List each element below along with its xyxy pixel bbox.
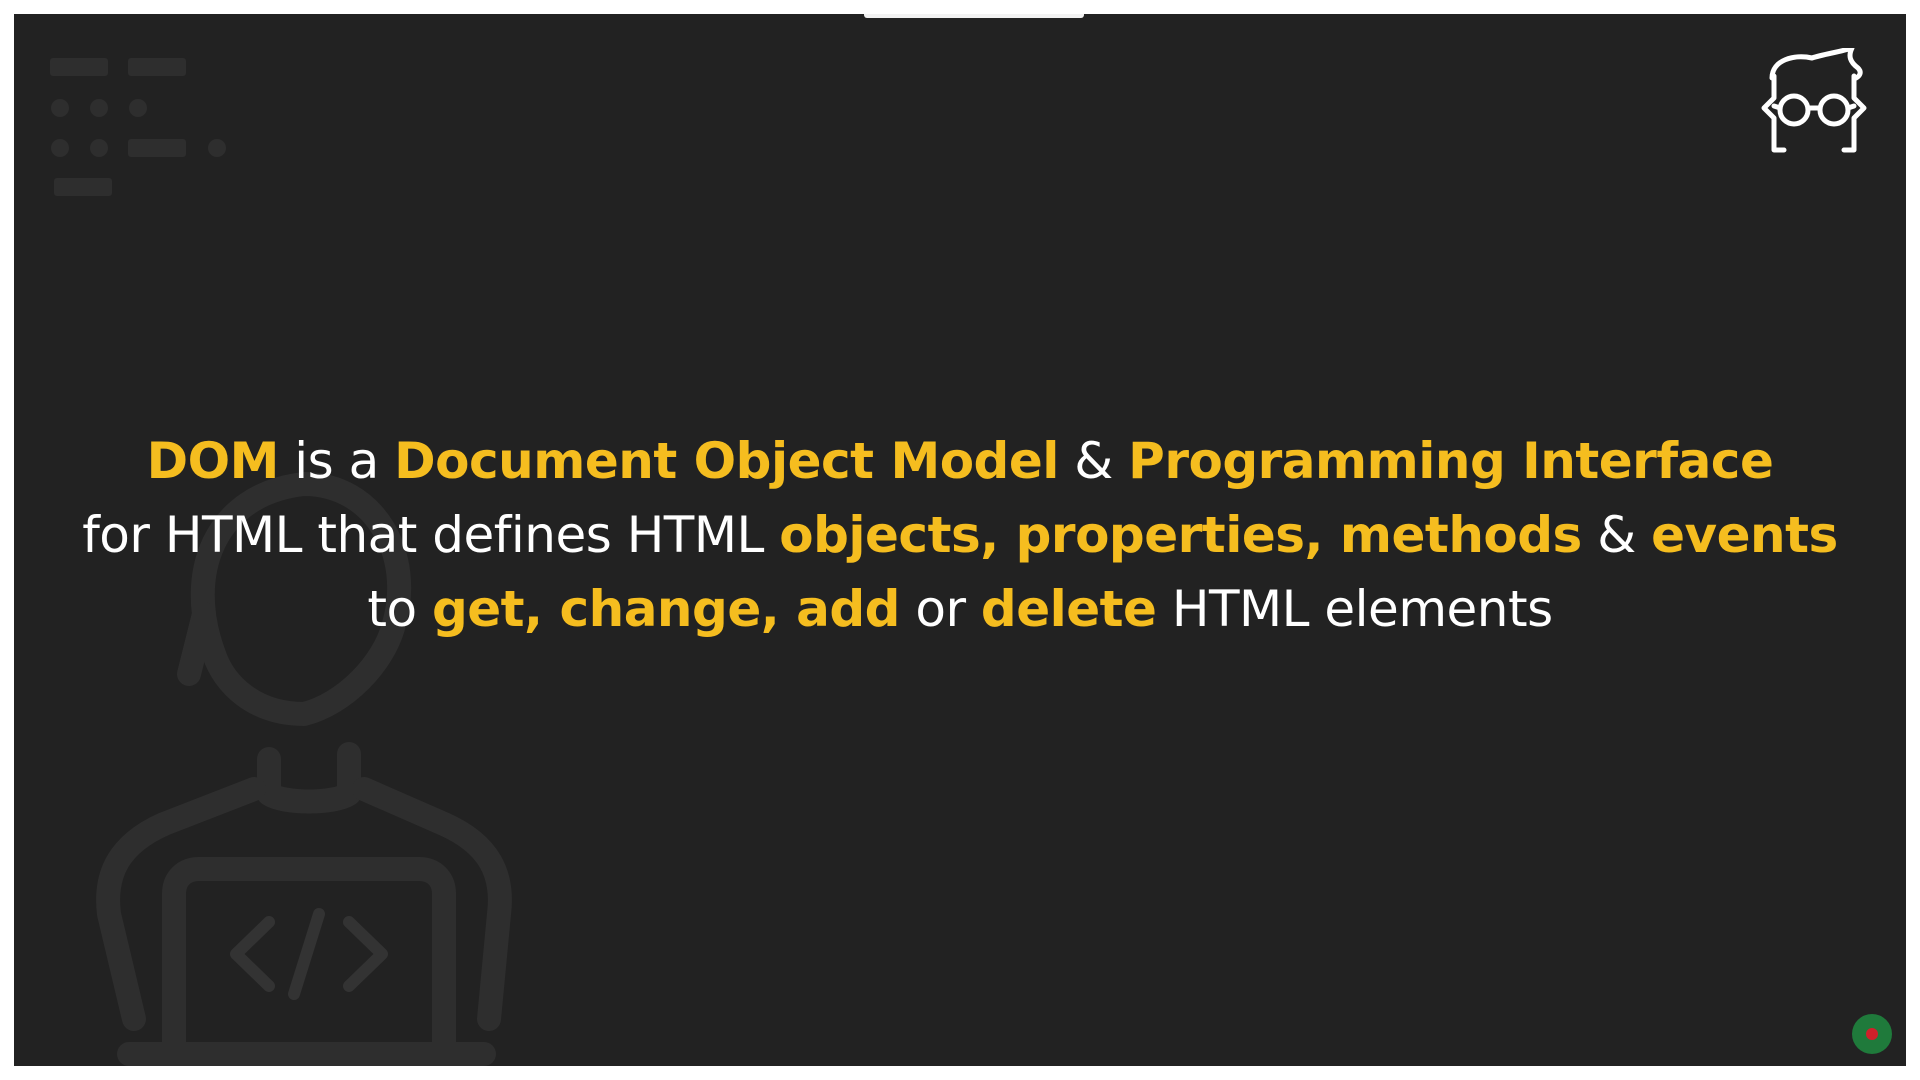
- text-ampersand: &: [1058, 432, 1129, 490]
- developer-glasses-logo-icon: [1761, 48, 1867, 153]
- text-or: or: [899, 580, 981, 638]
- term-document-object-model: Document Object Model: [394, 432, 1059, 490]
- record-dot: [1866, 1028, 1878, 1040]
- text-html-elements: HTML elements: [1156, 580, 1553, 638]
- statement-line-1: DOM is a Document Object Model & Program…: [14, 424, 1906, 498]
- top-edge-strip: [864, 14, 1084, 18]
- code-lines-icon: [50, 58, 226, 196]
- text-is-a: is a: [278, 432, 395, 490]
- record-indicator-icon[interactable]: [1852, 1014, 1892, 1054]
- text-ampersand: &: [1581, 506, 1652, 564]
- term-delete: delete: [980, 580, 1157, 638]
- dom-definition-statement: DOM is a Document Object Model & Program…: [14, 424, 1906, 646]
- term-get-change-add: get, change, add: [431, 580, 901, 638]
- code-tag-icon: [230, 908, 388, 1000]
- term-objects-properties-methods: objects, properties, methods: [779, 506, 1582, 564]
- term-programming-interface: Programming Interface: [1128, 432, 1774, 490]
- slide: DOM is a Document Object Model & Program…: [14, 14, 1906, 1066]
- term-dom: DOM: [146, 432, 280, 490]
- statement-line-2: for HTML that defines HTML objects, prop…: [14, 498, 1906, 572]
- statement-line-3: to get, change, add or delete HTML eleme…: [14, 572, 1906, 646]
- text-for-html: for HTML that defines HTML: [82, 506, 780, 564]
- term-events: events: [1651, 506, 1838, 564]
- text-to: to: [367, 580, 432, 638]
